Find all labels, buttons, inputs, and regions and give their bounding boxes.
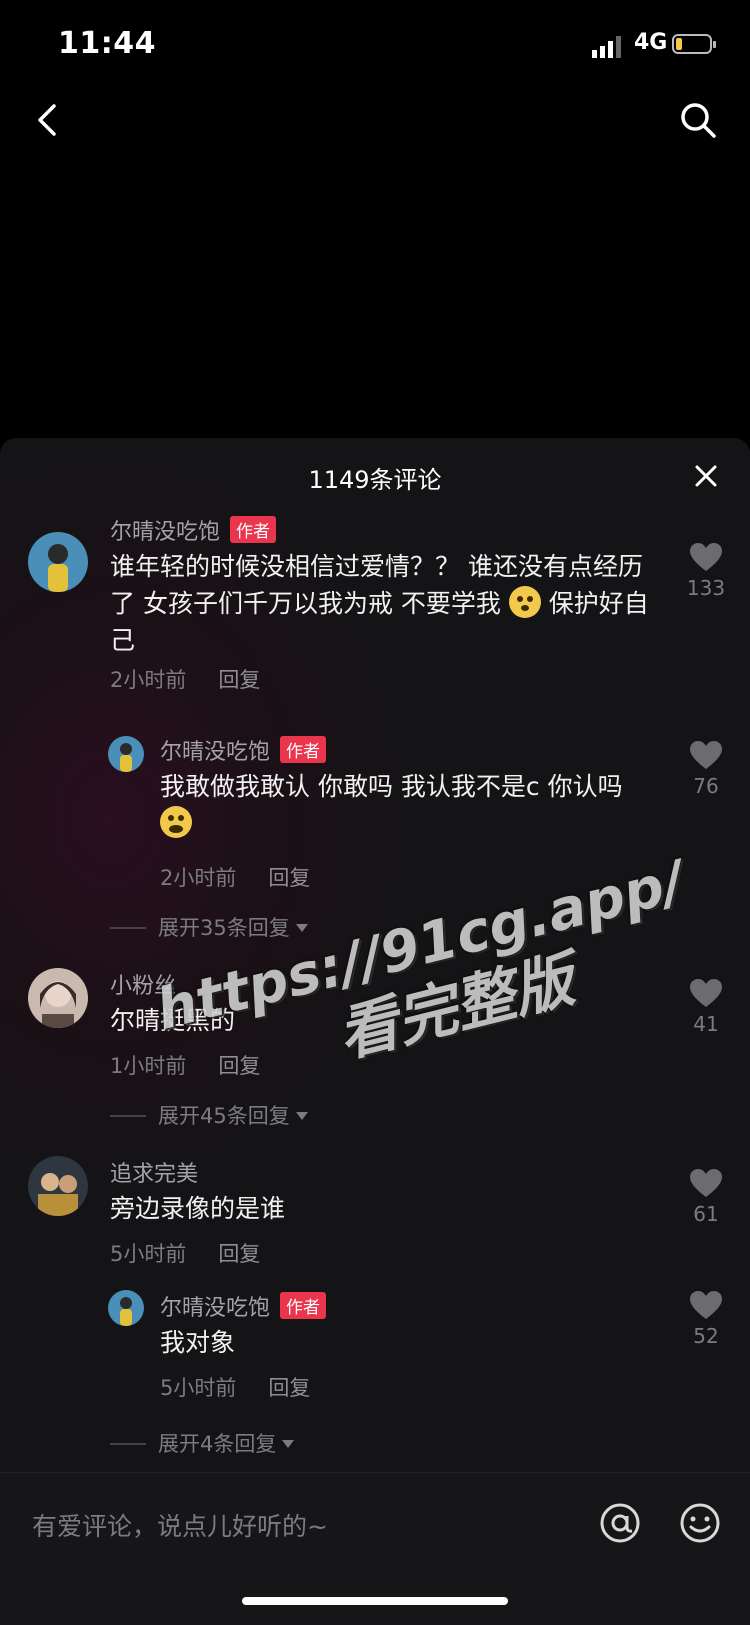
like-button[interactable]: 133 [682, 542, 730, 600]
like-count: 133 [686, 576, 726, 600]
avatar[interactable] [28, 968, 88, 1028]
worried-face-emoji [508, 586, 541, 618]
reply-text: 我对象 [160, 1328, 236, 1357]
comment-text: 旁边录像的是谁 [110, 1194, 286, 1223]
chevron-down-icon [282, 1440, 295, 1448]
reply-button[interactable]: 回复 [268, 1376, 310, 1400]
comment-username[interactable]: 尔晴没吃饱 作者 [110, 514, 277, 546]
battery-icon [672, 34, 716, 54]
reply-button[interactable]: 回复 [268, 866, 310, 890]
signal-icon [592, 36, 621, 58]
reply-time: 2小时前 [160, 866, 237, 890]
comment-count-title: 1149条评论 [308, 466, 442, 494]
comment-meta: 5小时前 回复 [110, 1238, 260, 1268]
network-type: 4G [634, 30, 668, 55]
status-bar: 11:44 4G [0, 0, 750, 90]
chevron-left-icon[interactable] [28, 98, 72, 142]
search-icon[interactable] [676, 98, 720, 142]
reply-username[interactable]: 尔晴没吃饱 作者 [160, 734, 327, 766]
comment-meta: 2小时前 回复 [110, 664, 260, 694]
heart-icon [690, 543, 722, 571]
reply-button[interactable]: 回复 [218, 668, 260, 692]
nav-bar [0, 90, 750, 150]
chevron-down-icon [295, 924, 308, 932]
like-count: 41 [693, 1012, 719, 1036]
expand-replies-button[interactable]: 展开4条回复 [110, 1428, 295, 1458]
reply-text: 我敢做我敢认 你敢吗 我认我不是c 你认吗 [160, 768, 670, 842]
expand-replies-button[interactable]: 展开35条回复 [110, 912, 308, 942]
comment-time: 5小时前 [110, 1242, 187, 1266]
comment-username[interactable]: 追求完美 [110, 1156, 198, 1188]
like-count: 76 [693, 774, 719, 798]
laughing-face-emoji [160, 806, 192, 838]
chevron-down-icon [295, 1112, 308, 1120]
like-count: 52 [693, 1324, 719, 1348]
author-badge: 作者 [230, 516, 277, 543]
close-icon[interactable] [694, 464, 718, 488]
reply-button[interactable]: 回复 [218, 1242, 260, 1266]
comment-text: 谁年轻的时候没相信过爱情？？ 谁还没有点经历了 女孩子们千万以我为戒 不要学我 … [110, 552, 649, 655]
like-button[interactable]: 52 [682, 1290, 730, 1348]
like-button[interactable]: 76 [682, 740, 730, 798]
reply-username[interactable]: 尔晴没吃饱 作者 [160, 1290, 327, 1322]
comment-time: 2小时前 [110, 668, 187, 692]
like-count: 61 [693, 1202, 719, 1226]
author-badge: 作者 [280, 1292, 327, 1319]
comment-input[interactable]: 有爱评论，说点儿好听的~ [32, 1507, 328, 1543]
smiley-icon[interactable] [678, 1501, 722, 1545]
avatar[interactable] [108, 736, 144, 772]
reply-meta: 5小时前 回复 [160, 1372, 310, 1402]
heart-icon [690, 1291, 722, 1319]
avatar[interactable] [28, 532, 88, 592]
avatar[interactable] [28, 1156, 88, 1216]
heart-icon [690, 979, 722, 1007]
like-button[interactable]: 41 [682, 978, 730, 1036]
avatar[interactable] [108, 1290, 144, 1326]
heart-icon [690, 1169, 722, 1197]
at-icon[interactable] [598, 1501, 642, 1545]
status-time: 11:44 [58, 26, 156, 61]
home-indicator[interactable] [242, 1597, 508, 1605]
like-button[interactable]: 61 [682, 1168, 730, 1226]
author-badge: 作者 [280, 736, 327, 763]
reply-time: 5小时前 [160, 1376, 237, 1400]
heart-icon [690, 741, 722, 769]
reply-meta: 2小时前 回复 [160, 862, 310, 892]
